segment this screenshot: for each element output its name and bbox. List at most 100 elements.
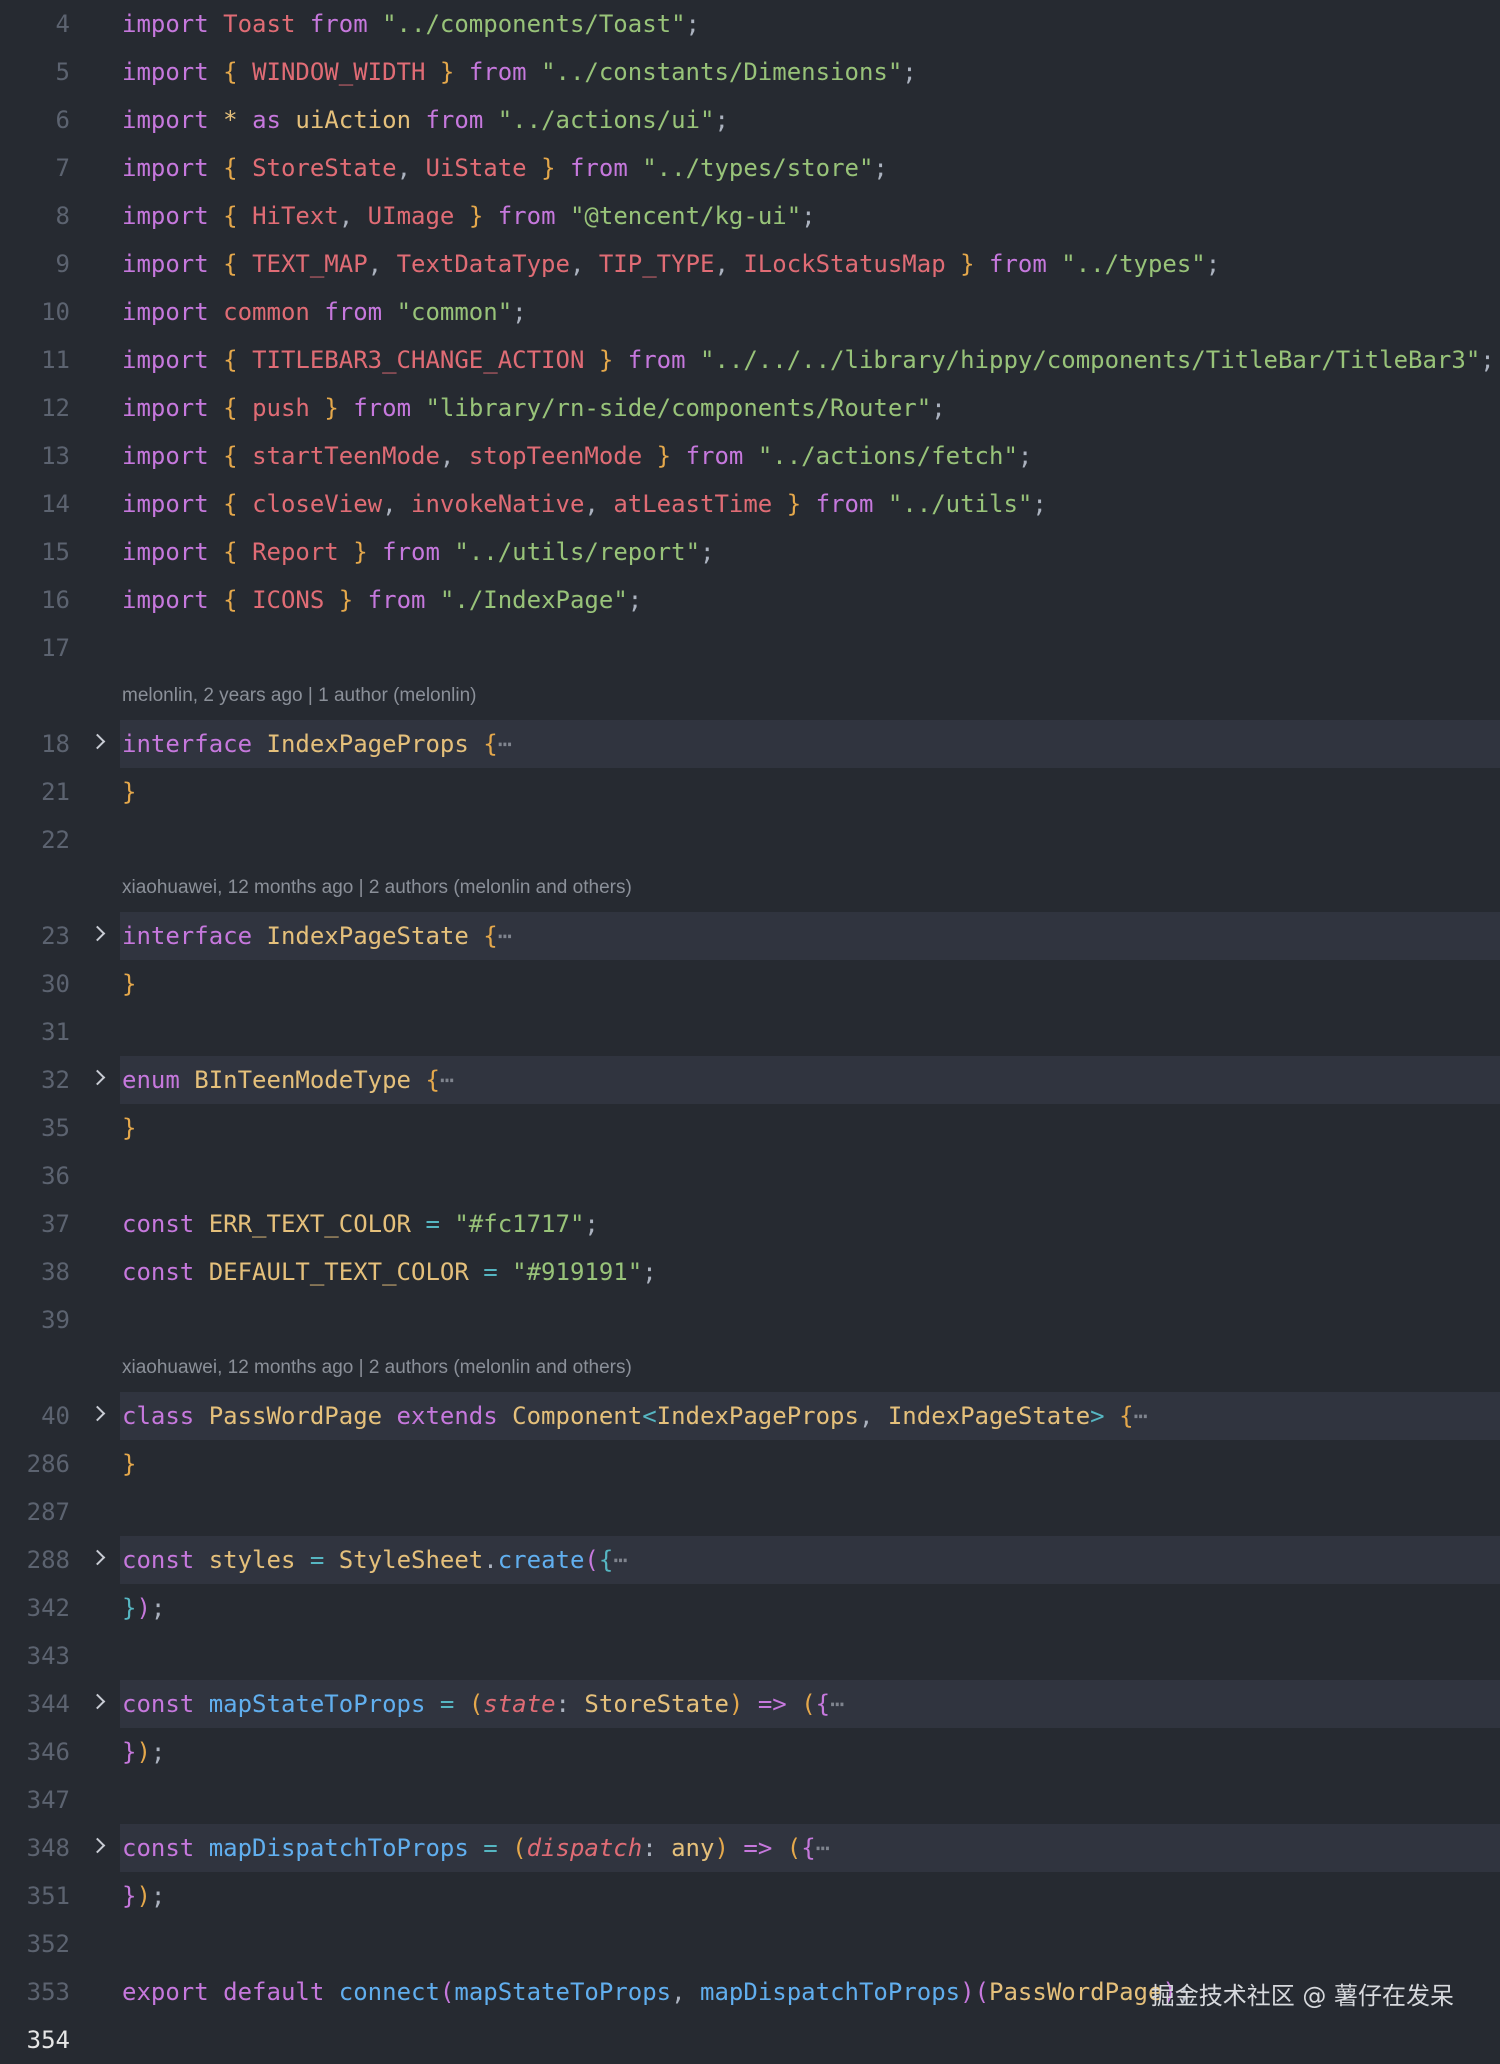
code-token (295, 1546, 309, 1574)
code-text[interactable]: const styles = StyleSheet.create({⋯ (122, 1536, 628, 1584)
code-token (772, 1834, 786, 1862)
code-token: from (469, 58, 527, 86)
code-text[interactable]: import Toast from "../components/Toast"; (122, 0, 700, 48)
fold-chevron-icon[interactable] (90, 1694, 106, 1710)
code-text[interactable]: class PassWordPage extends Component<Ind… (122, 1392, 1148, 1440)
code-token (194, 1690, 208, 1718)
code-line: 35} (0, 1104, 1500, 1152)
folded-ellipsis[interactable]: ⋯ (440, 1066, 454, 1094)
code-text[interactable]: export default connect(mapStateToProps, … (122, 1968, 1191, 2016)
code-line: 38const DEFAULT_TEXT_COLOR = "#919191"; (0, 1248, 1500, 1296)
blame-text[interactable]: xiaohuawei, 12 months ago | 2 authors (m… (122, 864, 632, 912)
code-line: 18interface IndexPageProps {⋯ (0, 720, 1500, 768)
code-token: < (642, 1402, 656, 1430)
code-token (483, 202, 497, 230)
code-text[interactable]: interface IndexPageProps {⋯ (122, 720, 512, 768)
code-token: IndexPageState (888, 1402, 1090, 1430)
code-editor[interactable]: 4import Toast from "../components/Toast"… (0, 0, 1500, 2048)
code-text[interactable]: } (122, 1104, 136, 1152)
code-token: interface (122, 922, 252, 950)
code-text[interactable]: import { StoreState, UiState } from "../… (122, 144, 888, 192)
code-token: ( (584, 1546, 598, 1574)
code-token: ; (700, 538, 714, 566)
code-token: ; (584, 1210, 598, 1238)
code-token: PassWordPage (209, 1402, 382, 1430)
code-token: from (353, 394, 411, 422)
code-token: TEXT_MAP (252, 250, 368, 278)
code-token: Component (512, 1402, 642, 1430)
folded-ellipsis[interactable]: ⋯ (498, 922, 512, 950)
code-text[interactable]: }); (122, 1728, 165, 1776)
fold-chevron-icon[interactable] (90, 1550, 106, 1566)
code-text[interactable]: import common from "common"; (122, 288, 527, 336)
code-token: StyleSheet (339, 1546, 484, 1574)
code-text[interactable]: }); (122, 1872, 165, 1920)
code-token: = (425, 1210, 439, 1238)
code-text[interactable]: } (122, 768, 136, 816)
code-line: 352 (0, 1920, 1500, 1968)
code-text[interactable]: interface IndexPageState {⋯ (122, 912, 512, 960)
code-token: ( (975, 1978, 989, 2006)
code-token (584, 346, 598, 374)
code-text[interactable]: const mapDispatchToProps = (dispatch: an… (122, 1824, 830, 1872)
code-text[interactable]: } (122, 960, 136, 1008)
line-number: 342 (0, 1584, 70, 1632)
code-line: 14import { closeView, invokeNative, atLe… (0, 480, 1500, 528)
code-token: } (122, 1114, 136, 1142)
fold-chevron-icon[interactable] (90, 1070, 106, 1086)
code-token (946, 250, 960, 278)
fold-chevron-icon[interactable] (90, 734, 106, 750)
code-token (209, 394, 223, 422)
code-token: import (122, 106, 209, 134)
code-token: interface (122, 730, 252, 758)
code-token: ; (512, 298, 526, 326)
code-token (209, 538, 223, 566)
code-text[interactable]: const DEFAULT_TEXT_COLOR = "#919191"; (122, 1248, 657, 1296)
code-text[interactable]: import { WINDOW_WIDTH } from "../constan… (122, 48, 917, 96)
code-text[interactable]: import { push } from "library/rn-side/co… (122, 384, 946, 432)
folded-ellipsis[interactable]: ⋯ (830, 1690, 844, 1718)
code-token: IndexPageProps (657, 1402, 859, 1430)
fold-chevron-icon[interactable] (90, 1406, 106, 1422)
code-text[interactable]: const mapStateToProps = (state: StoreSta… (122, 1680, 845, 1728)
code-text[interactable]: const ERR_TEXT_COLOR = "#fc1717"; (122, 1200, 599, 1248)
folded-ellipsis[interactable]: ⋯ (816, 1834, 830, 1862)
code-text[interactable]: import { startTeenMode, stopTeenMode } f… (122, 432, 1032, 480)
code-text[interactable]: import { Report } from "../utils/report"… (122, 528, 714, 576)
code-token (209, 442, 223, 470)
blame-text[interactable]: melonlin, 2 years ago | 1 author (melonl… (122, 672, 477, 720)
code-text[interactable]: import { TITLEBAR3_CHANGE_ACTION } from … (122, 336, 1495, 384)
code-token: { (223, 202, 237, 230)
code-text[interactable]: import { HiText, UImage } from "@tencent… (122, 192, 816, 240)
code-text[interactable]: import { closeView, invokeNative, atLeas… (122, 480, 1047, 528)
code-token: const (122, 1690, 194, 1718)
code-token: StoreState (252, 154, 397, 182)
code-line: 21} (0, 768, 1500, 816)
code-token (310, 298, 324, 326)
code-text[interactable]: import * as uiAction from "../actions/ui… (122, 96, 729, 144)
code-token (310, 394, 324, 422)
code-token (324, 1978, 338, 2006)
code-token: from (816, 490, 874, 518)
blame-text[interactable]: xiaohuawei, 12 months ago | 2 authors (m… (122, 1344, 632, 1392)
code-token: UImage (368, 202, 455, 230)
code-line: 36 (0, 1152, 1500, 1200)
code-token (238, 106, 252, 134)
code-token: } (353, 538, 367, 566)
folded-ellipsis[interactable]: ⋯ (498, 730, 512, 758)
code-text[interactable]: import { TEXT_MAP, TextDataType, TIP_TYP… (122, 240, 1220, 288)
code-token: "../../../library/hippy/components/Title… (700, 346, 1480, 374)
line-number: 11 (0, 336, 70, 384)
code-token: from (628, 346, 686, 374)
folded-ellipsis[interactable]: ⋯ (1134, 1402, 1148, 1430)
fold-chevron-icon[interactable] (90, 926, 106, 942)
code-text[interactable]: }); (122, 1584, 165, 1632)
code-token: ) (136, 1594, 150, 1622)
code-text[interactable]: import { ICONS } from "./IndexPage"; (122, 576, 642, 624)
fold-chevron-icon[interactable] (90, 1838, 106, 1854)
code-line: 348const mapDispatchToProps = (dispatch:… (0, 1824, 1500, 1872)
code-text[interactable]: enum BInTeenModeType {⋯ (122, 1056, 454, 1104)
folded-ellipsis[interactable]: ⋯ (613, 1546, 627, 1574)
code-text[interactable]: } (122, 1440, 136, 1488)
code-token (194, 1258, 208, 1286)
